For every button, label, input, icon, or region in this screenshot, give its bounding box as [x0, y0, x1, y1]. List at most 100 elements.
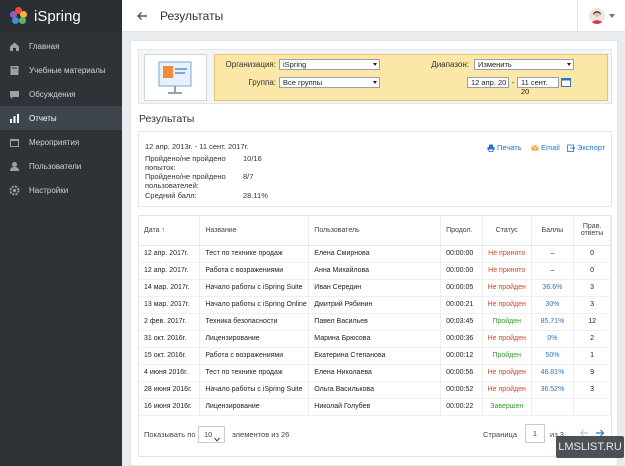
group-select-value: Все группы — [283, 78, 323, 87]
column-header-title[interactable]: Название — [199, 216, 310, 246]
per-page-select[interactable]: 10 — [198, 426, 225, 443]
range-select[interactable]: Изменить — [474, 59, 574, 70]
cell-date: 2 фев. 2017г. — [139, 313, 201, 331]
cell-title: Техника безопасности — [199, 313, 310, 331]
email-button[interactable]: Email — [531, 143, 560, 152]
cell-score: 36.52% — [531, 381, 575, 399]
cell-score: – — [531, 245, 575, 263]
chevron-down-icon — [567, 63, 571, 66]
cell-date: 12 апр. 2017г. — [139, 262, 201, 280]
page-value: 1 — [532, 429, 538, 438]
range-select-value: Изменить — [478, 60, 512, 69]
cell-score: – — [531, 262, 575, 280]
column-header-correct[interactable]: Прав. ответы — [573, 216, 611, 246]
cell-correct: 9 — [573, 364, 611, 382]
cell-status: Не принято — [482, 262, 532, 280]
results-summary: 12 апр. 2013г. - 11 сент. 2017г. Пройден… — [138, 131, 612, 207]
sidebar-item-users[interactable]: Пользователи — [0, 154, 122, 178]
sidebar-item-label: Обсуждения — [29, 89, 76, 99]
top-bar: Результаты — [122, 0, 625, 32]
cell-duration: 00:00:36 — [440, 330, 483, 348]
export-label: Экспорт — [577, 143, 606, 152]
cell-score: 36.6% — [531, 279, 575, 297]
table-row[interactable]: 12 апр. 2017г. Тест по технике продаж Елен… — [139, 245, 611, 263]
envelope-icon — [531, 144, 539, 152]
cell-score: 85.71% — [531, 313, 575, 331]
column-header-score[interactable]: Баллы — [531, 216, 575, 246]
export-button[interactable]: Экспорт — [567, 143, 605, 152]
page-title: Результаты — [160, 8, 224, 23]
org-select-value: iSpring — [283, 60, 307, 69]
page-input[interactable]: 1 — [525, 424, 545, 443]
group-select[interactable]: Все группы — [279, 77, 380, 88]
cell-title: Начало работы с iSpring Online — [199, 296, 310, 314]
table-row[interactable]: 14 мар. 2017г. Начало работы с iSpring Su… — [139, 279, 611, 297]
cell-title: Тест по технике продаж — [199, 364, 310, 382]
bar-chart-icon — [9, 113, 20, 124]
table-row[interactable]: 16 июня 2016г. Лицензирование Николай Голу… — [139, 398, 611, 416]
print-label: Печать — [497, 143, 522, 152]
cell-user: Елена Смирнова — [308, 245, 442, 263]
filter-panel: Организация: iSpring Группа: Все группы … — [138, 49, 612, 104]
sidebar-item-settings[interactable]: Настройки — [0, 178, 122, 202]
cell-correct: 2 — [573, 330, 611, 348]
cell-status: Завершен — [482, 398, 532, 416]
sidebar-item-discussions[interactable]: Обсуждения — [0, 82, 122, 106]
email-label: Email — [541, 143, 560, 152]
cell-user: Елена Николаева — [308, 364, 442, 382]
book-icon — [9, 65, 20, 76]
org-select[interactable]: iSpring — [279, 59, 380, 70]
cell-date: 16 июня 2016г. — [139, 398, 201, 416]
watermark-text: LMSLIST.RU — [558, 441, 622, 453]
total-items-label: элементов из 26 — [232, 430, 290, 439]
table-row[interactable]: 2 фев. 2017г. Техника безопасности Павел В… — [139, 313, 611, 331]
table-row[interactable]: 13 мар. 2017г. Начало работы с iSpring On… — [139, 296, 611, 314]
chevron-down-icon — [608, 14, 615, 18]
range-label: Диапазон: — [431, 60, 469, 69]
table-row[interactable]: 12 апр. 2017г. Работа с возражениями Анна … — [139, 262, 611, 280]
user-menu[interactable] — [577, 0, 625, 32]
table-row[interactable]: 15 окт. 2016г. Работа с возражениями Екате… — [139, 347, 611, 365]
cell-correct: 12 — [573, 313, 611, 331]
cell-correct: 0 — [573, 245, 611, 263]
passed-attempts-value: 10/16 — [243, 154, 262, 163]
cell-user: Дмитрий Рябинин — [308, 296, 442, 314]
column-header-user[interactable]: Пользователь — [308, 216, 442, 246]
results-table: Дата ↑ Название Пользователь Продол. Ста… — [139, 216, 611, 416]
cell-user: Павел Васильев — [308, 313, 442, 331]
table-row[interactable]: 28 июня 2016г. Начало работы с iSpring Su… — [139, 381, 611, 399]
sidebar-item-label: Главная — [29, 41, 60, 51]
cell-score: 50% — [531, 347, 575, 365]
ispring-logo-icon — [10, 7, 28, 25]
cell-duration: 00:00:00 — [440, 245, 483, 263]
sidebar-item-materials[interactable]: Учебные материалы — [0, 58, 122, 82]
app-logo[interactable]: iSpring — [0, 0, 122, 32]
table-row[interactable]: 4 июня 2016г. Тест по технике продаж Елена… — [139, 364, 611, 382]
calendar-icon — [9, 137, 20, 148]
passed-attempts-label: Пройдено/не пройдено попыток: — [145, 154, 226, 172]
print-button[interactable]: Печать — [487, 143, 522, 152]
date-from-input[interactable]: 12 апр. 20 — [467, 77, 509, 88]
sidebar-item-reports[interactable]: Отчеты — [0, 106, 122, 130]
column-header-status[interactable]: Статус — [482, 216, 532, 246]
cell-title: Начало работы с iSpring Suite — [199, 279, 310, 297]
calendar-icon[interactable] — [561, 77, 571, 89]
cell-correct: 1 — [573, 347, 611, 365]
cell-correct: 3 — [573, 279, 611, 297]
sidebar-item-events[interactable]: Мероприятия — [0, 130, 122, 154]
cell-duration: 00:00:05 — [440, 279, 483, 297]
back-arrow-icon[interactable] — [136, 10, 148, 22]
sidebar-item-label: Отчеты — [29, 113, 57, 123]
sidebar-item-home[interactable]: Главная — [0, 34, 122, 58]
table-row[interactable]: 31 окт. 2016г. Лицензирование Марина Брюсо… — [139, 330, 611, 348]
per-page-value: 10 — [204, 430, 213, 439]
date-to-input[interactable]: 11 сент. 20 — [517, 77, 559, 96]
filter-box: Организация: iSpring Группа: Все группы … — [214, 54, 608, 101]
home-icon — [9, 41, 20, 52]
avatar — [588, 8, 605, 24]
column-header-date[interactable]: Дата ↑ — [139, 216, 201, 246]
results-table-panel: Дата ↑ Название Пользователь Продол. Ста… — [138, 215, 612, 457]
avg-score-value: 28.11% — [243, 191, 268, 200]
cell-correct — [573, 398, 611, 416]
column-header-duration[interactable]: Продол. — [440, 216, 483, 246]
